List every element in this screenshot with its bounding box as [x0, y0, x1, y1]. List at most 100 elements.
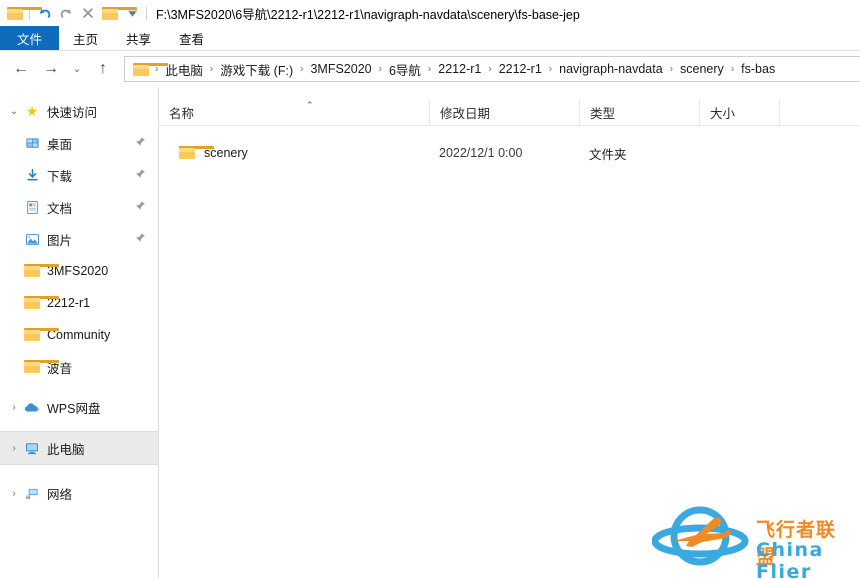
undo-button[interactable]	[33, 2, 55, 24]
breadcrumb-item-2212r1-a[interactable]: 2212-r1	[435, 62, 484, 76]
tab-view[interactable]: 查看	[165, 26, 218, 50]
pin-icon[interactable]	[135, 200, 146, 214]
folder-icon	[22, 328, 59, 342]
sidebar-item-pictures[interactable]: 图片	[0, 223, 158, 255]
column-header-date-modified[interactable]: 修改日期	[429, 99, 579, 125]
breadcrumb-item-this-pc[interactable]: 此电脑	[162, 60, 206, 79]
sidebar-item-label: 快速访问	[47, 105, 98, 120]
column-header-name[interactable]: 名称 ⌃	[159, 99, 429, 125]
column-header-name-label: 名称	[169, 106, 195, 121]
column-header-size[interactable]: 大小	[699, 99, 779, 125]
breadcrumb-item-scenery[interactable]: scenery	[677, 62, 727, 76]
breadcrumb-item-navigraph-navdata[interactable]: navigraph-navdata	[556, 62, 666, 76]
desktop-icon	[22, 136, 42, 151]
downloads-icon	[22, 168, 42, 183]
file-date-cell: 2022/12/1 0:00	[429, 146, 579, 160]
watermark-text-cn: 飞行者联盟	[756, 519, 837, 568]
ribbon-tab-bar: 文件 主页 共享 查看	[0, 26, 860, 51]
file-list-pane: 名称 ⌃ 修改日期 类型 大小 scenery 2022/12/1 0:00 文…	[159, 87, 860, 579]
breadcrumb-item-drive[interactable]: 游戏下载 (F:)	[217, 60, 296, 79]
cloud-icon	[22, 400, 42, 415]
tab-share[interactable]: 共享	[112, 26, 165, 50]
sidebar-item-quick-access[interactable]: ⌄ ★ 快速访问	[0, 95, 158, 127]
column-header-type-label: 类型	[590, 106, 616, 121]
sidebar-item-downloads[interactable]: 下载	[0, 159, 158, 191]
breadcrumb-item-nav[interactable]: 6导航	[386, 60, 424, 79]
sidebar-item-label: 文档	[47, 201, 73, 216]
breadcrumb-item-3mfs2020[interactable]: 3MFS2020	[307, 62, 374, 76]
sort-ascending-icon: ⌃	[306, 100, 314, 110]
pictures-icon	[22, 232, 42, 247]
documents-icon	[22, 200, 42, 215]
chevron-right-icon[interactable]: ›	[6, 488, 22, 499]
breadcrumb-sep-2: ›	[300, 63, 304, 74]
folder-icon	[22, 296, 59, 310]
breadcrumb-item-fs-base-jep[interactable]: fs-bas	[738, 62, 778, 76]
breadcrumb-sep-5: ›	[488, 63, 492, 74]
column-header-row: 名称 ⌃ 修改日期 类型 大小	[159, 97, 860, 126]
column-header-type[interactable]: 类型	[579, 99, 699, 125]
china-flier-logo: 飞行者联盟 China Flier	[651, 501, 852, 579]
customize-toolbar-dropdown[interactable]	[121, 2, 143, 24]
pin-icon[interactable]	[135, 168, 146, 182]
pin-icon[interactable]	[135, 232, 146, 246]
this-pc-icon	[22, 441, 42, 456]
forward-button[interactable]: →	[36, 54, 66, 84]
column-header-spacer	[779, 99, 860, 125]
toolbar-divider-2	[146, 6, 147, 20]
recent-locations-button[interactable]: ⌄	[66, 54, 88, 84]
redo-icon	[60, 8, 71, 18]
breadcrumb-sep-4: ›	[427, 63, 432, 74]
sidebar-item-desktop[interactable]: 桌面	[0, 127, 158, 159]
window-title-path: F:\3MFS2020\6导航\2212-r1\2212-r1\navigrap…	[156, 7, 580, 22]
pin-icon[interactable]	[135, 136, 146, 150]
sidebar-item-label: WPS网盘	[47, 401, 101, 416]
delete-button[interactable]	[77, 2, 99, 24]
breadcrumb-sep-3: ›	[378, 63, 382, 74]
chevron-right-icon[interactable]: ›	[6, 402, 22, 413]
tab-home[interactable]: 主页	[59, 26, 112, 50]
star-icon: ★	[25, 103, 39, 119]
sidebar-item-network[interactable]: › 网络	[0, 477, 158, 509]
redo-button[interactable]	[55, 2, 77, 24]
address-bar[interactable]: › 此电脑 › 游戏下载 (F:) › 3MFS2020 › 6导航 › 221…	[124, 56, 860, 82]
sidebar-item-community[interactable]: Community	[0, 319, 158, 351]
sidebar-item-this-pc[interactable]: › 此电脑	[0, 431, 158, 465]
sidebar-item-3mfs2020[interactable]: 3MFS2020	[0, 255, 158, 287]
file-name-cell[interactable]: scenery	[159, 146, 429, 160]
file-explorer-window: F:\3MFS2020\6导航\2212-r1\2212-r1\navigrap…	[0, 0, 860, 579]
globe-plane-icon	[651, 506, 749, 566]
close-icon	[83, 8, 93, 18]
table-row[interactable]: scenery 2022/12/1 0:00 文件夹	[159, 138, 860, 168]
address-folder-icon	[133, 62, 168, 76]
tab-file[interactable]: 文件	[0, 26, 60, 50]
sidebar-item-documents[interactable]: 文档	[0, 191, 158, 223]
explorer-folder-icon[interactable]	[4, 2, 42, 24]
breadcrumb-item-2212r1-b[interactable]: 2212-r1	[496, 62, 545, 76]
breadcrumb-sep-1: ›	[209, 63, 214, 74]
network-icon	[22, 486, 42, 501]
sidebar-item-label: 桌面	[47, 137, 73, 152]
column-header-size-label: 大小	[710, 106, 736, 121]
file-type-cell: 文件夹	[579, 144, 699, 163]
sidebar-item-boeing[interactable]: 波音	[0, 351, 158, 383]
sidebar-item-2212-r1[interactable]: 2212-r1	[0, 287, 158, 319]
folder-icon	[179, 146, 214, 160]
navigation-bar: ← → ⌄ ↑ › 此电脑 › 游戏下载 (F:) › 3MFS2020 › 6…	[0, 51, 860, 87]
back-button[interactable]: ←	[6, 54, 36, 84]
file-date-label: 2022/12/1 0:00	[439, 146, 523, 160]
chevron-right-icon[interactable]: ›	[6, 443, 22, 454]
breadcrumb-sep-0: ›	[155, 63, 159, 74]
sidebar-item-label: 下载	[47, 169, 73, 184]
watermark-text-en: China Flier	[756, 539, 824, 579]
column-header-date-label: 修改日期	[440, 106, 491, 121]
new-folder-button[interactable]	[99, 2, 137, 24]
explorer-body: ⌄ ★ 快速访问 桌面 下载 文档 图片 3MFS2020 2212-r1 Co…	[0, 87, 860, 579]
sidebar-item-label: 网络	[47, 487, 73, 502]
quick-access-toolbar	[4, 2, 150, 24]
breadcrumb-sep-6: ›	[548, 63, 553, 74]
up-button[interactable]: ↑	[88, 54, 118, 84]
chevron-down-icon[interactable]: ⌄	[6, 106, 22, 117]
file-type-label: 文件夹	[589, 147, 627, 162]
sidebar-item-wps-cloud[interactable]: › WPS网盘	[0, 391, 158, 423]
